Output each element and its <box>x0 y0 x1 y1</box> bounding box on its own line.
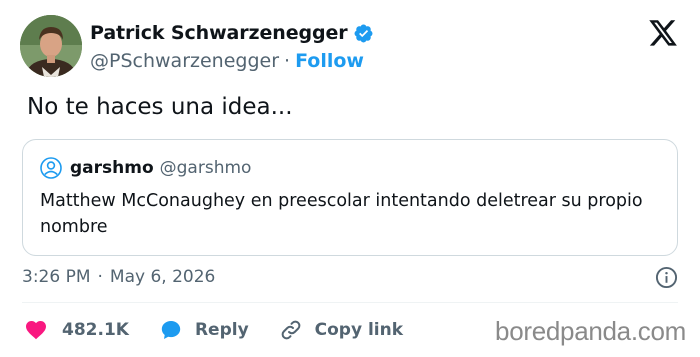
x-logo-icon[interactable] <box>649 20 678 47</box>
quoted-tweet-card[interactable]: garshmo @garshmo Matthew McConaughey en … <box>22 139 678 256</box>
verified-badge-icon <box>353 23 374 44</box>
divider <box>22 302 678 303</box>
like-count: 482.1K <box>62 320 129 340</box>
tweet-timestamp[interactable]: 3:26 PM · May 6, 2026 <box>22 265 215 289</box>
author-display-name[interactable]: Patrick Schwarzenegger <box>90 22 348 44</box>
like-button[interactable]: 482.1K <box>24 318 129 342</box>
quoted-author-avatar-icon[interactable] <box>40 157 62 179</box>
tweet-time[interactable]: 3:26 PM <box>22 267 91 287</box>
tweet-date[interactable]: May 6, 2026 <box>110 267 215 287</box>
quoted-tweet-header: garshmo @garshmo <box>40 157 251 179</box>
tweet-actions: 482.1K Reply Copy link <box>24 316 433 344</box>
quoted-author-handle[interactable]: @garshmo <box>160 158 252 178</box>
copy-link-button[interactable]: Copy link <box>279 318 403 342</box>
heart-icon <box>24 318 48 342</box>
reply-label: Reply <box>194 320 249 340</box>
tweet-header: Patrick Schwarzenegger @PSchwarzenegger … <box>20 14 680 78</box>
info-icon[interactable] <box>655 266 678 289</box>
boredpanda-watermark: boredpanda.com <box>495 316 686 346</box>
link-icon <box>279 318 303 342</box>
quoted-tweet-text: Matthew McConaughey en preescolar intent… <box>40 191 643 237</box>
reply-button[interactable]: Reply <box>159 318 249 342</box>
reply-bubble-icon <box>159 318 183 342</box>
author-handle[interactable]: @PSchwarzenegger <box>90 50 279 72</box>
author-avatar[interactable] <box>20 15 82 77</box>
separator-dot: · <box>284 50 291 72</box>
follow-button[interactable]: Follow <box>295 50 364 72</box>
author-info: Patrick Schwarzenegger @PSchwarzenegger … <box>90 20 374 74</box>
copy-link-label: Copy link <box>314 320 404 340</box>
quoted-author-name[interactable]: garshmo <box>70 158 154 178</box>
separator-dot: · <box>97 267 103 287</box>
tweet-text: No te haces una idea... <box>27 94 293 120</box>
